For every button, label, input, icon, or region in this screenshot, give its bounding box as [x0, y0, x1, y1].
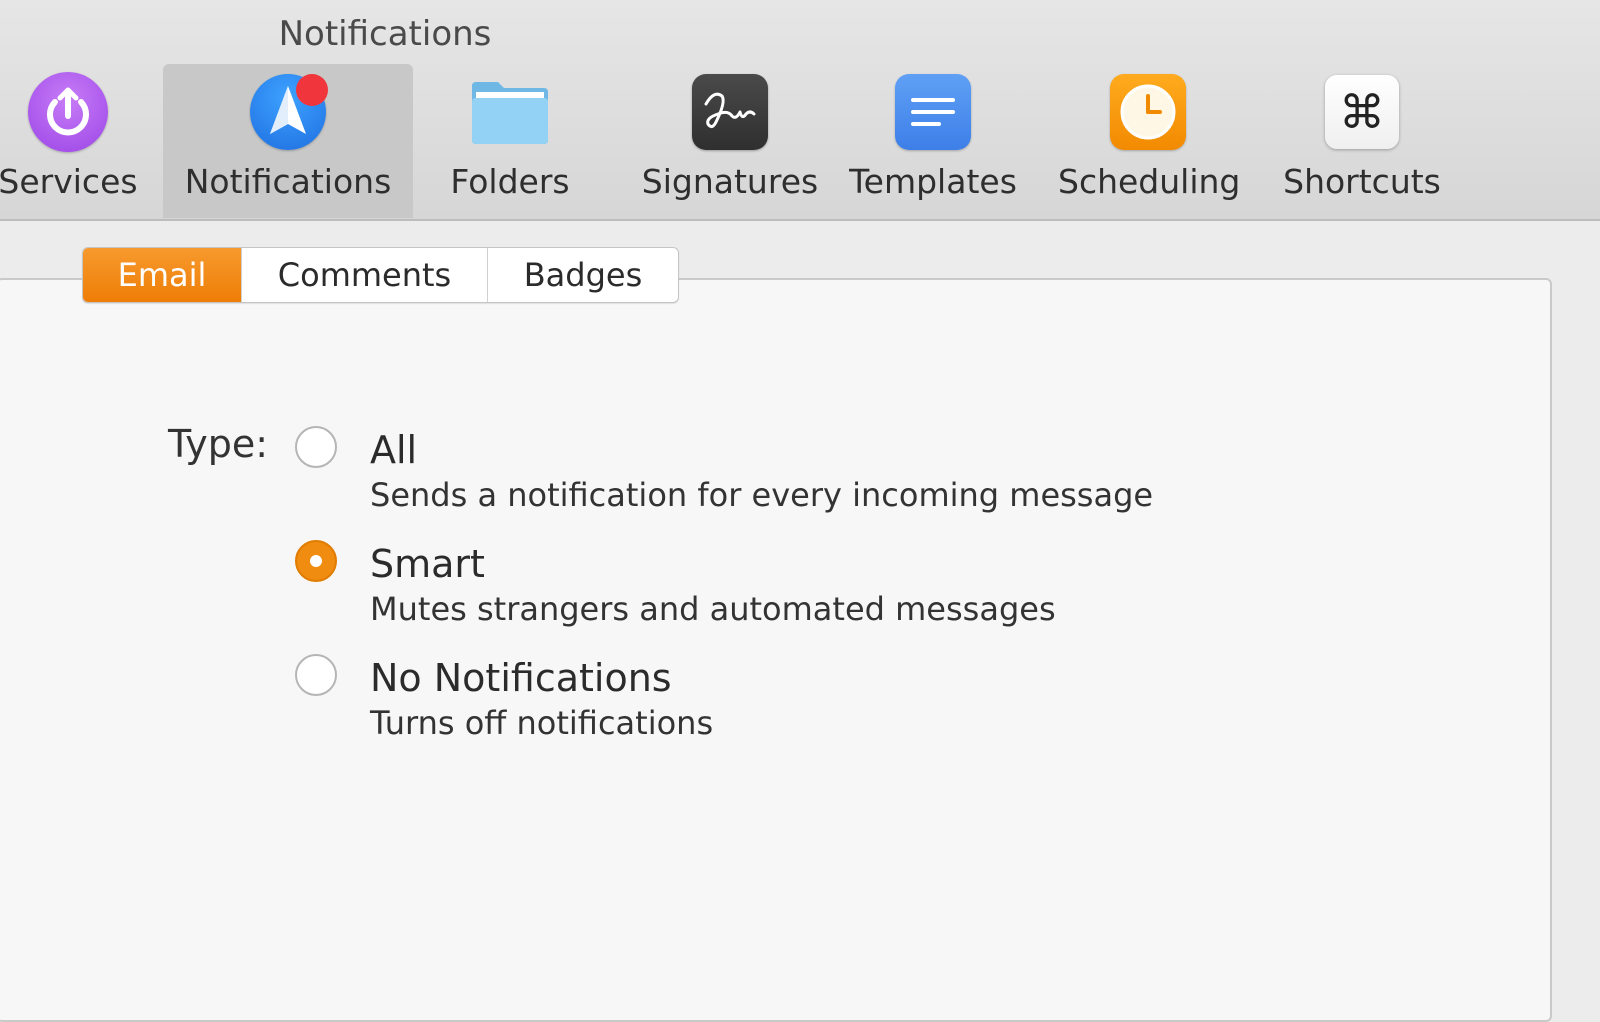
option-no-notifications-title[interactable]: No Notifications [370, 656, 672, 700]
settings-panel [0, 278, 1552, 1022]
toolbar-item-label: Shortcuts [1283, 162, 1441, 201]
toolbar-item-label: Services [0, 162, 138, 201]
toolbar-item-label: Scheduling [1058, 162, 1241, 201]
tab-email[interactable]: Email [83, 248, 242, 302]
tab-badges[interactable]: Badges [488, 248, 678, 302]
folder-icon [468, 70, 552, 154]
toolbar-item-services[interactable]: Services [0, 64, 148, 218]
spark-paper-plane-icon [246, 70, 330, 154]
option-smart-description: Mutes strangers and automated messages [370, 590, 1056, 628]
clock-icon [1106, 70, 1190, 154]
type-label: Type: [168, 422, 269, 466]
option-no-notifications-description: Turns off notifications [370, 704, 714, 742]
signature-icon [688, 70, 772, 154]
toolbar-item-label: Signatures [641, 162, 819, 201]
toolbar-item-folders[interactable]: Folders [430, 64, 590, 218]
text-lines-icon [891, 70, 975, 154]
toolbar-item-notifications[interactable]: Notifications [163, 64, 413, 218]
toolbar: Notifications Services Notifications Fol… [0, 0, 1600, 221]
toolbar-item-label: Notifications [184, 162, 392, 201]
option-all-description: Sends a notification for every incoming … [370, 476, 1154, 514]
notification-badge-dot [296, 74, 328, 106]
power-icon [26, 70, 110, 154]
radio-no-notifications[interactable] [295, 654, 337, 696]
command-key-icon: ⌘ [1320, 70, 1404, 154]
option-smart-title[interactable]: Smart [370, 542, 485, 586]
toolbar-item-shortcuts[interactable]: ⌘ Shortcuts [1280, 64, 1444, 218]
toolbar-item-templates[interactable]: Templates [848, 64, 1018, 218]
radio-all[interactable] [295, 426, 337, 468]
toolbar-item-label: Folders [450, 162, 570, 201]
notification-tabs: Email Comments Badges [82, 247, 679, 303]
window-title: Notifications [278, 14, 492, 54]
option-all-title[interactable]: All [370, 428, 417, 472]
toolbar-item-scheduling[interactable]: Scheduling [1058, 64, 1241, 218]
toolbar-item-signatures[interactable]: Signatures [630, 64, 830, 218]
radio-smart[interactable] [295, 540, 337, 582]
tab-comments[interactable]: Comments [242, 248, 488, 302]
toolbar-item-label: Templates [849, 162, 1017, 201]
